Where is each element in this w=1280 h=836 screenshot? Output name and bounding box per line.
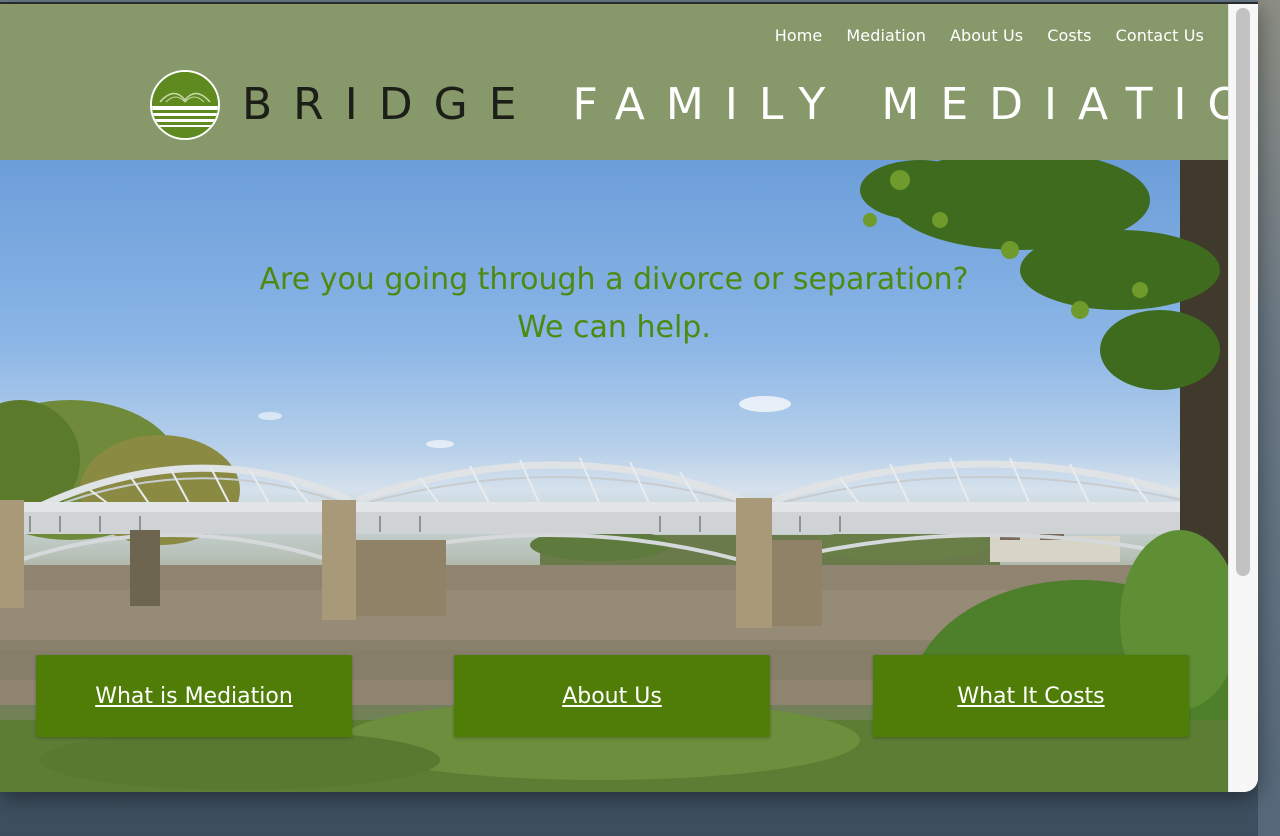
what-it-costs-button[interactable]: What It Costs (873, 655, 1189, 737)
desktop-background (1258, 0, 1280, 836)
about-us-button[interactable]: About Us (454, 655, 770, 737)
brand-word-bridge: BRIDGE (242, 79, 538, 130)
scrollbar-thumb[interactable] (1236, 8, 1250, 576)
vertical-scrollbar[interactable] (1228, 4, 1258, 792)
main-nav: Home Mediation About Us Costs Contact Us (763, 26, 1216, 45)
nav-mediation[interactable]: Mediation (834, 26, 938, 45)
brand-logo-link[interactable]: BRIDGE FAMILY MEDIATION (150, 70, 1228, 140)
bridge-arch-logo-icon (150, 70, 220, 140)
nav-about-us[interactable]: About Us (938, 26, 1035, 45)
nav-contact-us[interactable]: Contact Us (1104, 26, 1216, 45)
brand-name: BRIDGE FAMILY MEDIATION (242, 83, 1228, 127)
nav-home[interactable]: Home (763, 26, 835, 45)
brand-word-family-mediation: FAMILY MEDIATION (572, 79, 1228, 130)
hero-headline-line-2: We can help. (517, 310, 711, 345)
what-is-mediation-button[interactable]: What is Mediation (36, 655, 352, 737)
nav-costs[interactable]: Costs (1035, 26, 1103, 45)
site-header: Home Mediation About Us Costs Contact Us (0, 4, 1228, 160)
page-viewport: Home Mediation About Us Costs Contact Us (0, 4, 1228, 792)
hero-section: Are you going through a divorce or separ… (0, 160, 1228, 792)
browser-window: Home Mediation About Us Costs Contact Us (0, 2, 1258, 792)
hero-headline-line-1: Are you going through a divorce or separ… (259, 262, 969, 297)
